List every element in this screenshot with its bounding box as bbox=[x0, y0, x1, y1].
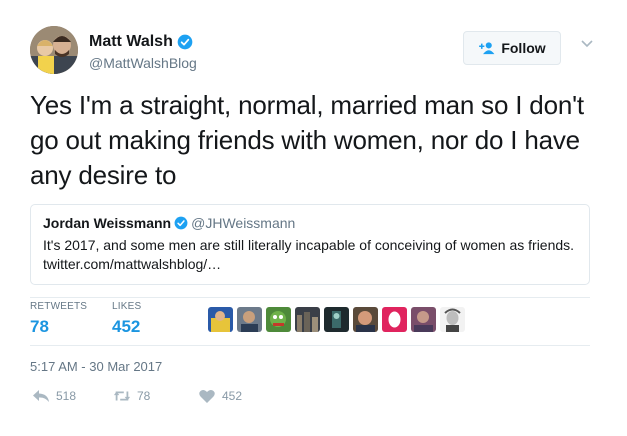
author-avatar[interactable] bbox=[30, 26, 78, 74]
retweets-stat[interactable]: RETWEETS 78 bbox=[30, 301, 87, 337]
reply-button[interactable]: 518 bbox=[32, 388, 76, 404]
retweet-count: 78 bbox=[137, 389, 151, 403]
chevron-down-icon[interactable] bbox=[580, 39, 594, 49]
quoted-author-handle: @JHWeissmann bbox=[191, 215, 296, 231]
liker-avatar[interactable] bbox=[237, 307, 262, 332]
quoted-tweet-text: It's 2017, and some men are still litera… bbox=[43, 237, 575, 272]
follow-label: Follow bbox=[501, 40, 546, 56]
verified-badge-icon bbox=[177, 34, 193, 50]
liker-avatars bbox=[208, 307, 465, 332]
liker-avatar[interactable] bbox=[382, 307, 407, 332]
liker-avatar[interactable] bbox=[353, 307, 378, 332]
liker-avatar[interactable] bbox=[411, 307, 436, 332]
reply-count: 518 bbox=[56, 389, 77, 403]
tweet-timestamp[interactable]: 5:17 AM - 30 Mar 2017 bbox=[30, 359, 162, 374]
retweet-button[interactable]: 78 bbox=[113, 388, 150, 404]
like-count: 452 bbox=[222, 389, 243, 403]
liker-avatar[interactable] bbox=[266, 307, 291, 332]
retweets-label: RETWEETS bbox=[30, 301, 88, 312]
quoted-author-name: Jordan Weissmann bbox=[43, 215, 172, 231]
like-button[interactable]: 452 bbox=[198, 388, 242, 404]
verified-badge-icon bbox=[174, 216, 188, 230]
liker-avatar[interactable] bbox=[440, 307, 465, 332]
author-name[interactable]: Matt Walsh bbox=[89, 33, 173, 51]
quoted-tweet[interactable]: Jordan Weissmann @JHWeissmann It's 2017,… bbox=[30, 204, 590, 285]
follow-button[interactable]: Follow bbox=[463, 31, 561, 65]
divider bbox=[30, 345, 590, 346]
reply-icon bbox=[33, 390, 49, 402]
retweets-value: 78 bbox=[30, 317, 49, 336]
add-user-icon bbox=[479, 42, 495, 55]
liker-avatar[interactable] bbox=[324, 307, 349, 332]
heart-icon bbox=[199, 389, 215, 403]
quoted-tweet-header: Jordan Weissmann @JHWeissmann bbox=[43, 215, 577, 231]
retweet-icon bbox=[113, 391, 131, 401]
author-handle[interactable]: @MattWalshBlog bbox=[89, 55, 197, 71]
likes-value: 452 bbox=[112, 317, 141, 336]
liker-avatar[interactable] bbox=[295, 307, 320, 332]
author-name-row: Matt Walsh bbox=[89, 33, 193, 51]
tweet-header: Matt Walsh @MattWalshBlog Follow bbox=[30, 26, 600, 76]
tweet-text: Yes I'm a straight, normal, married man … bbox=[30, 90, 584, 190]
likes-stat[interactable]: LIKES 452 bbox=[112, 301, 141, 337]
likes-label: LIKES bbox=[112, 301, 142, 312]
divider bbox=[30, 297, 590, 298]
liker-avatar[interactable] bbox=[208, 307, 233, 332]
